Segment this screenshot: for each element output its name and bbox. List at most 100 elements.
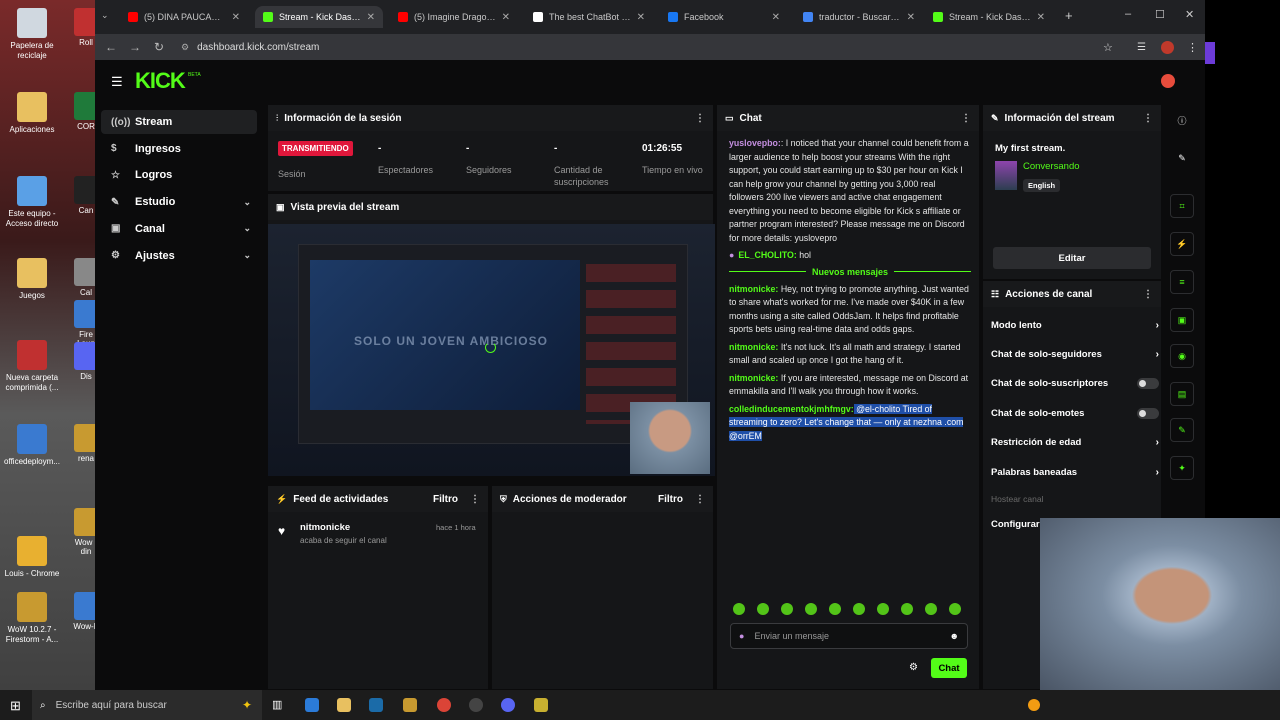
- steam-icon[interactable]: [369, 698, 383, 712]
- channel-action-item[interactable]: Restricción de edad ›: [991, 433, 1159, 453]
- desktop-icon[interactable]: Aplicaciones: [0, 92, 64, 135]
- scan-icon[interactable]: ⌗: [1170, 194, 1194, 218]
- desktop-icon[interactable]: Este equipo - Acceso directo: [0, 176, 64, 229]
- host-channel[interactable]: Hostear canal: [991, 494, 1043, 504]
- tab-close-icon[interactable]: ✕: [907, 12, 915, 23]
- browser-tab[interactable]: traductor - Buscar con G ✕: [795, 6, 923, 28]
- toggle-switch[interactable]: [1137, 378, 1159, 390]
- desktop-icon[interactable]: Nueva carpeta comprimida (...: [0, 340, 64, 393]
- broadcast-icon[interactable]: ◉: [1170, 344, 1194, 368]
- bookmark-star-icon[interactable]: ☆: [1103, 41, 1113, 54]
- sidebar-item[interactable]: ▣ Canal ⌄: [101, 217, 257, 241]
- kick-logo[interactable]: KICK: [135, 68, 186, 94]
- browser-tab[interactable]: (5) DINA PAUCAR - MAL ✕: [120, 6, 248, 28]
- toggle-switch[interactable]: [1137, 407, 1159, 419]
- wrench-icon[interactable]: ✎: [1170, 418, 1194, 442]
- actions-menu-icon[interactable]: ⋮: [1143, 289, 1153, 300]
- maximize-button[interactable]: ☐: [1155, 8, 1165, 21]
- notification-dot[interactable]: [1028, 699, 1040, 711]
- chat-username[interactable]: colledinducementokjmhfmgv:: [729, 404, 854, 414]
- category-name[interactable]: Conversando: [1023, 161, 1080, 172]
- site-info-icon[interactable]: ⚙: [181, 42, 189, 53]
- session-menu-icon[interactable]: ⋮: [695, 113, 705, 124]
- layers-icon[interactable]: ▤: [1170, 382, 1194, 406]
- sidebar-item[interactable]: $ Ingresos: [101, 137, 257, 161]
- channel-action-item[interactable]: Chat de solo-seguidores ›: [991, 344, 1159, 364]
- forward-icon[interactable]: →: [123, 40, 147, 54]
- chat-menu-icon[interactable]: ⋮: [961, 113, 971, 124]
- edit-button[interactable]: Editar: [993, 247, 1151, 269]
- emote-icon[interactable]: [781, 603, 793, 615]
- tab-close-icon[interactable]: ✕: [637, 12, 645, 23]
- chat-input[interactable]: ● Enviar un mensaje ☻: [730, 623, 968, 649]
- sidebar-item[interactable]: ⚙ Ajustes ⌄: [101, 244, 257, 268]
- discord-icon[interactable]: [501, 698, 515, 712]
- emote-icon[interactable]: [877, 603, 889, 615]
- drops-icon[interactable]: ✦: [1170, 456, 1194, 480]
- close-window-button[interactable]: ✕: [1185, 8, 1194, 21]
- info-menu-icon[interactable]: ⋮: [1143, 113, 1153, 124]
- emote-icon[interactable]: [853, 603, 865, 615]
- obs-icon[interactable]: [469, 698, 483, 712]
- chat-settings-icon[interactable]: ⚙: [909, 662, 918, 673]
- bolt-icon[interactable]: ⚡: [1170, 232, 1194, 256]
- chat-username[interactable]: yuslovepbo:: [729, 138, 781, 148]
- feed-menu-icon[interactable]: ⋮: [470, 494, 480, 505]
- emote-icon[interactable]: [901, 603, 913, 615]
- url-field[interactable]: dashboard.kick.com/stream: [197, 42, 319, 53]
- channel-action-item[interactable]: Palabras baneadas ›: [991, 462, 1159, 482]
- channel-action-item[interactable]: Chat de solo-suscriptores: [991, 374, 1159, 394]
- stream-preview-video[interactable]: SOLO UN JOVEN AMBICIOSO: [268, 224, 715, 476]
- mod-filter-button[interactable]: Filtro: [658, 494, 683, 505]
- feed-user[interactable]: nitmonicke: [300, 522, 350, 533]
- profile-avatar[interactable]: [1161, 40, 1174, 54]
- browser-tab[interactable]: The best ChatBot and W ✕: [525, 6, 653, 28]
- emote-icon[interactable]: [949, 603, 961, 615]
- emoji-icon[interactable]: ☻: [950, 631, 959, 641]
- tab-close-icon[interactable]: ✕: [502, 12, 510, 23]
- new-tab-button[interactable]: +: [1065, 8, 1073, 23]
- tab-close-icon[interactable]: ✕: [1037, 12, 1045, 23]
- desktop-icon[interactable]: Louis - Chrome: [0, 536, 64, 579]
- tab-list-icon[interactable]: ⌄: [101, 10, 109, 21]
- browser-tab[interactable]: (5) Imagine Dragons ✕: [390, 6, 518, 28]
- feed-filter-button[interactable]: Filtro: [433, 494, 458, 505]
- hamburger-icon[interactable]: ☰: [111, 74, 123, 90]
- emote-icon[interactable]: [925, 603, 937, 615]
- wow-app-icon[interactable]: [403, 698, 417, 712]
- back-icon[interactable]: ←: [99, 40, 123, 54]
- desktop-icon[interactable]: WoW 10.2.7 - Firestorm - A...: [0, 592, 64, 645]
- chat-username[interactable]: EL_CHOLITO:: [738, 250, 797, 260]
- windows-start-icon[interactable]: ⊞: [10, 698, 21, 714]
- user-avatar[interactable]: [1161, 74, 1175, 88]
- chrome-icon[interactable]: [437, 698, 451, 712]
- misc-app-icon[interactable]: [534, 698, 548, 712]
- copilot-app-icon[interactable]: [305, 698, 319, 712]
- sidebar-item[interactable]: ☆ Logros: [101, 163, 257, 187]
- emote-icon[interactable]: [805, 603, 817, 615]
- mic-icon[interactable]: ●: [739, 631, 744, 641]
- desktop-icon[interactable]: officedeploym...: [0, 424, 64, 467]
- menu-icon[interactable]: ⋮: [1187, 41, 1198, 54]
- chat-send-button[interactable]: Chat: [931, 658, 967, 678]
- extensions-icon[interactable]: ☰: [1137, 42, 1146, 53]
- browser-tab[interactable]: Stream - Kick Dashboard ✕: [255, 6, 383, 28]
- sidebar-item[interactable]: ((o)) Stream: [101, 110, 257, 134]
- tab-close-icon[interactable]: ✕: [772, 12, 780, 23]
- configure-item[interactable]: Configurar: [991, 519, 1040, 530]
- chat-username[interactable]: nitmonicke:: [729, 373, 778, 383]
- pencil-icon[interactable]: ✎: [1170, 146, 1194, 170]
- desktop-icon[interactable]: Juegos: [0, 258, 64, 301]
- list-icon[interactable]: ≡: [1170, 270, 1194, 294]
- desktop-icon[interactable]: Papelera de reciclaje: [0, 8, 64, 61]
- emote-icon[interactable]: [733, 603, 745, 615]
- browser-tab[interactable]: Facebook ✕: [660, 6, 788, 28]
- tab-close-icon[interactable]: ✕: [232, 12, 240, 23]
- channel-action-item[interactable]: Chat de solo-emotes: [991, 403, 1159, 423]
- reload-icon[interactable]: ↻: [147, 40, 171, 54]
- task-view-icon[interactable]: ▥: [272, 698, 282, 711]
- file-explorer-icon[interactable]: [337, 698, 351, 712]
- sidebar-item[interactable]: ✎ Estudio ⌄: [101, 190, 257, 214]
- channel-action-item[interactable]: Modo lento ›: [991, 315, 1159, 335]
- emote-icon[interactable]: [829, 603, 841, 615]
